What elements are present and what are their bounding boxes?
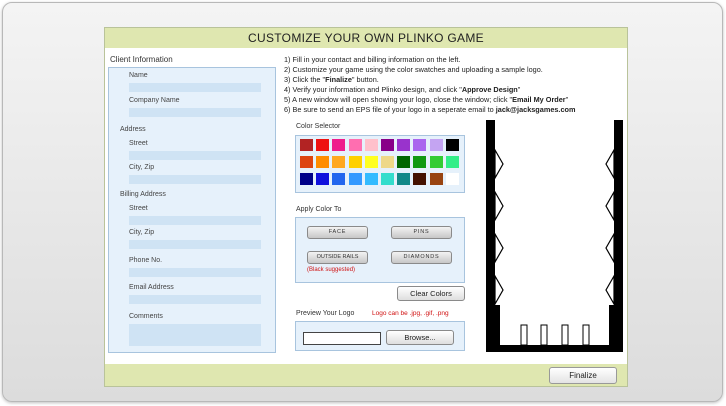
color-swatch[interactable] [332, 156, 346, 168]
diamonds-button[interactable]: DIAMONDS [391, 251, 452, 264]
instruction-5: 5) A new window will open showing your l… [284, 95, 569, 104]
city-zip-field[interactable] [129, 175, 261, 184]
logo-format-note: Logo can be .jpg, .gif, .png [372, 310, 449, 317]
color-swatch[interactable] [445, 139, 459, 151]
pin [520, 324, 528, 346]
black-suggested-note: (Black suggested) [307, 267, 356, 273]
color-swatch[interactable] [332, 173, 346, 185]
name-field[interactable] [129, 83, 261, 92]
right-outside-rail [614, 120, 623, 352]
billing-street-field[interactable] [129, 216, 261, 225]
board-face [486, 120, 623, 352]
instruction-2: 2) Customize your game using the color s… [284, 65, 543, 74]
color-swatch[interactable] [445, 156, 459, 168]
instruction-4: 4) Verify your information and Plinko de… [284, 85, 521, 94]
preview-logo-title: Preview Your Logo [296, 310, 355, 317]
color-swatch[interactable] [397, 156, 411, 168]
color-swatch[interactable] [397, 173, 411, 185]
phone-field[interactable] [129, 268, 261, 277]
instruction-6: 6) Be sure to send an EPS file of your l… [284, 105, 576, 114]
address-label: Address [120, 126, 146, 133]
color-swatch[interactable] [348, 139, 362, 151]
color-swatch[interactable] [381, 139, 394, 151]
color-swatch[interactable] [429, 156, 443, 168]
apply-color-title: Apply Color To [296, 206, 342, 213]
billing-address-label: Billing Address [120, 191, 166, 198]
pin [609, 305, 614, 345]
name-label: Name [129, 72, 148, 79]
client-information-section: Client Information Name Company Name Add… [108, 55, 276, 353]
color-swatch[interactable] [413, 156, 427, 168]
client-information-title: Client Information [110, 55, 173, 64]
comments-field[interactable] [129, 324, 261, 346]
color-swatch[interactable] [300, 139, 313, 151]
bottom-rail [486, 345, 623, 352]
color-swatch[interactable] [364, 139, 378, 151]
pin [582, 324, 590, 346]
app-window: CUSTOMIZE YOUR OWN PLINKO GAME Client In… [2, 2, 723, 402]
pin [540, 324, 548, 346]
color-swatch[interactable] [397, 139, 411, 151]
color-swatch[interactable] [364, 173, 378, 185]
color-swatch[interactable] [364, 156, 378, 168]
color-swatch[interactable] [381, 173, 394, 185]
instructions: 1) Fill in your contact and billing info… [284, 55, 626, 115]
face-button[interactable]: FACE [307, 226, 368, 239]
company-name-label: Company Name [129, 97, 180, 104]
outside-rails-button[interactable]: OUTSIDE RAILS [307, 251, 368, 264]
company-name-field[interactable] [129, 108, 261, 117]
color-swatch[interactable] [348, 156, 362, 168]
color-swatch[interactable] [429, 139, 443, 151]
instruction-1: 1) Fill in your contact and billing info… [284, 55, 461, 64]
client-information-form: Name Company Name Address Street City, Z… [108, 67, 276, 353]
billing-street-label: Street [129, 205, 148, 212]
color-swatch[interactable] [381, 156, 394, 168]
city-zip-label: City, Zip [129, 164, 155, 171]
color-swatch[interactable] [316, 139, 330, 151]
color-swatch[interactable] [332, 139, 346, 151]
color-swatch[interactable] [300, 156, 313, 168]
apply-color-panel: FACE PINS OUTSIDE RAILS DIAMONDS (Black … [295, 217, 465, 283]
billing-city-zip-label: City, Zip [129, 229, 155, 236]
street-field[interactable] [129, 151, 261, 160]
email-field[interactable] [129, 295, 261, 304]
browse-button[interactable]: Browse... [386, 330, 454, 345]
pin [495, 305, 500, 345]
color-swatch[interactable] [316, 156, 330, 168]
color-swatch[interactable] [445, 173, 459, 185]
page-title: CUSTOMIZE YOUR OWN PLINKO GAME [105, 28, 627, 48]
color-swatch[interactable] [429, 173, 443, 185]
pin [561, 324, 569, 346]
instruction-3: 3) Click the "Finalize" button. [284, 75, 379, 84]
color-selector-title: Color Selector [296, 123, 341, 130]
color-swatch[interactable] [348, 173, 362, 185]
color-swatch[interactable] [316, 173, 330, 185]
footer-bar: Finalize [105, 364, 627, 386]
plinko-customizer-panel: CUSTOMIZE YOUR OWN PLINKO GAME Client In… [104, 27, 628, 387]
comments-label: Comments [129, 313, 163, 320]
billing-city-zip-field[interactable] [129, 240, 261, 249]
plinko-board-preview [486, 120, 623, 352]
left-outside-rail [486, 120, 495, 352]
color-swatch[interactable] [300, 173, 313, 185]
clear-colors-button[interactable]: Clear Colors [397, 286, 465, 301]
logo-file-input[interactable] [303, 332, 381, 345]
phone-label: Phone No. [129, 257, 163, 264]
street-label: Street [129, 140, 148, 147]
preview-logo-panel: Browse... [295, 321, 465, 351]
color-selector-palette [295, 135, 465, 193]
finalize-button[interactable]: Finalize [549, 367, 617, 384]
pins-button[interactable]: PINS [391, 226, 452, 239]
color-swatch[interactable] [413, 173, 427, 185]
color-swatch[interactable] [413, 139, 427, 151]
email-label: Email Address [129, 284, 174, 291]
